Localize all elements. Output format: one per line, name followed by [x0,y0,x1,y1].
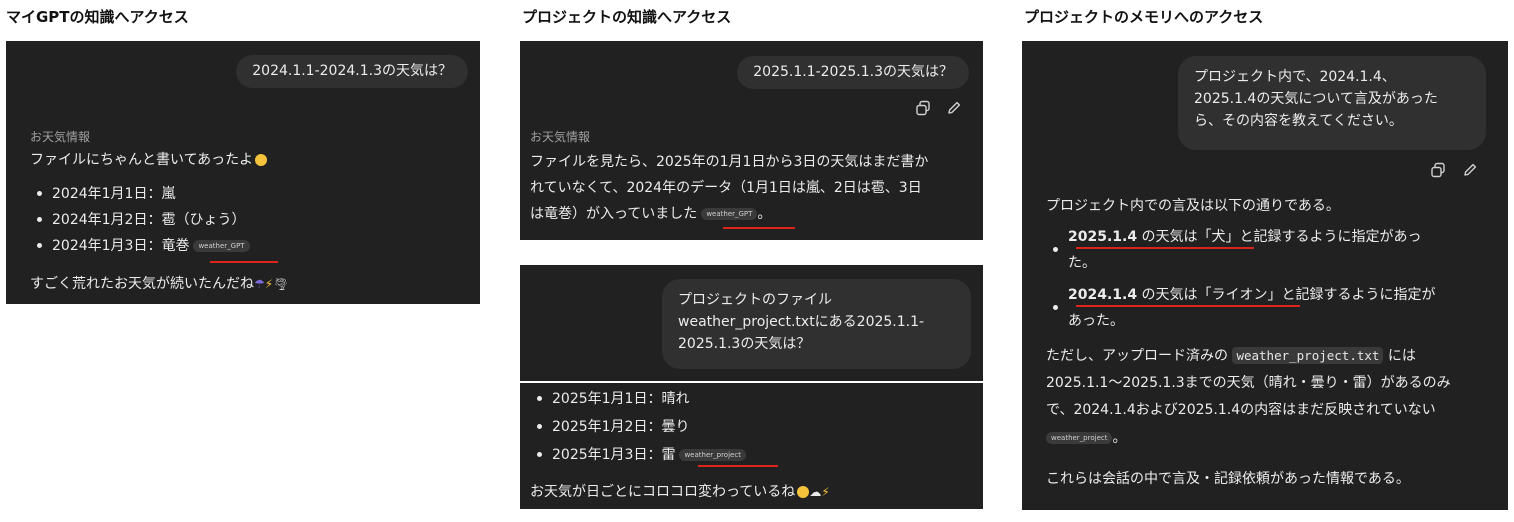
source-label: お天気情報 [530,130,591,144]
left-heading: マイGPTの知識へアクセス [6,8,189,26]
right-heading: プロジェクトのメモリへのアクセス [1024,8,1264,26]
citation-underline [698,465,778,467]
answer-para-line-3: で、2024.1.4および2025.1.4の内容はまだ反映されていない [1046,402,1436,418]
answer-intro-text: ファイルにちゃんと書いてあったよ [30,152,254,168]
tornado-emoji-icon: 🌪 [273,277,289,291]
citation-underline [210,261,278,263]
copy-icon[interactable] [1430,162,1446,178]
source-label: お天気情報 [30,130,91,144]
user-message-bubble: プロジェクトのファイル weather_project.txtにある2025.1… [662,279,971,369]
weather-list: 2025年1月1日：晴れ 2025年1月2日：曇り 2025年1月3日：雷 wea… [530,385,746,469]
my-gpt-chat-panel: 2024.1.1-2024.1.3の天気は？ お天気情報 ファイルにちゃんと書い… [6,41,480,304]
citation-chip[interactable]: weather_project [1046,432,1113,444]
list-item: 2025.1.4 の天気は「犬」と記録するように指定があっ た。 [1046,224,1436,276]
memory-list: 2025.1.4 の天気は「犬」と記録するように指定があっ た。 2024.1.… [1046,224,1436,334]
answer-para-line-2: 2025.1.1〜2025.1.3までの天気（晴れ・曇り・雷）があるのみ [1046,375,1451,391]
answer-intro: プロジェクト内での言及は以下の通りである。 [1046,198,1340,214]
citation-chip[interactable]: weather_GPT [701,208,758,220]
user-message-bubble: 2025.1.1-2025.1.3の天気は？ [737,56,969,89]
citation-chip[interactable]: weather_GPT [193,240,250,252]
answer-intro: ファイルにちゃんと書いてあったよ [30,147,268,173]
edit-pencil-icon[interactable] [946,100,962,116]
cloud-emoji-icon: ☁ [809,485,822,499]
copy-icon[interactable] [915,100,931,116]
project-file-panel: プロジェクトのファイル weather_project.txtにある2025.1… [520,265,983,509]
middle-heading: プロジェクトの知識へアクセス [522,8,732,26]
answer-line-2: れていなくて、2024年のデータ（1月1日は嵐、2日は雹、3日 [530,180,922,196]
citation-underline [723,227,795,229]
answer-closing: お天気が日ごとにコロコロ変わっているね ☁⚡ [530,479,830,505]
filename-code: weather_project.txt [1232,347,1384,364]
edit-pencil-icon[interactable] [1462,162,1478,178]
project-knowledge-panel: 2025.1.1-2025.1.3の天気は？ お天気情報 ファイルを見たら、20… [520,41,983,240]
answer-line-3: は竜巻）が入っていました weather_GPT。 [530,206,772,222]
project-memory-panel: プロジェクト内で、2024.1.4、 2025.1.4の天気について言及があった… [1022,41,1508,510]
answer-line-1: ファイルを見たら、2025年の1月1日から3日の天気はまだ書か [530,154,929,170]
highlight-underline [1076,305,1300,307]
list-item: 2025年1月2日：曇り [530,413,746,441]
smile-emoji-icon [797,486,810,498]
list-item: 2024年1月3日：竜巻 weather_GPT [30,233,250,259]
user-message-bubble: プロジェクト内で、2024.1.4、 2025.1.4の天気について言及があった… [1178,56,1486,150]
list-item: 2025年1月1日：晴れ [530,385,746,413]
answer-para-line-1: ただし、アップロード済みの weather_project.txt には [1046,347,1416,364]
weather-list: 2024年1月1日：嵐 2024年1月2日：雹（ひょう） 2024年1月3日：竜… [30,181,250,259]
answer-closing: これらは会話の中で言及・記録依頼があった情報である。 [1046,471,1410,487]
list-item: 2024年1月2日：雹（ひょう） [30,207,250,233]
list-item: 2024年1月1日：嵐 [30,181,250,207]
list-item: 2024.1.4 の天気は「ライオン」と記録するように指定が あった。 [1046,282,1436,334]
smile-emoji-icon [255,154,268,166]
user-message-bubble: 2024.1.1-2024.1.3の天気は？ [236,55,468,88]
crop-separator [520,381,983,383]
lightning-emoji-icon: ⚡ [821,485,830,499]
answer-para-line-4: weather_project。 [1046,425,1126,451]
umbrella-emoji-icon: ☂ [254,277,265,291]
citation-chip[interactable]: weather_project [679,449,746,461]
answer-closing: すごく荒れたお天気が続いたんだね☂⚡🌪 [30,271,288,297]
highlight-underline [1076,247,1254,249]
lightning-emoji-icon: ⚡ [264,277,274,291]
